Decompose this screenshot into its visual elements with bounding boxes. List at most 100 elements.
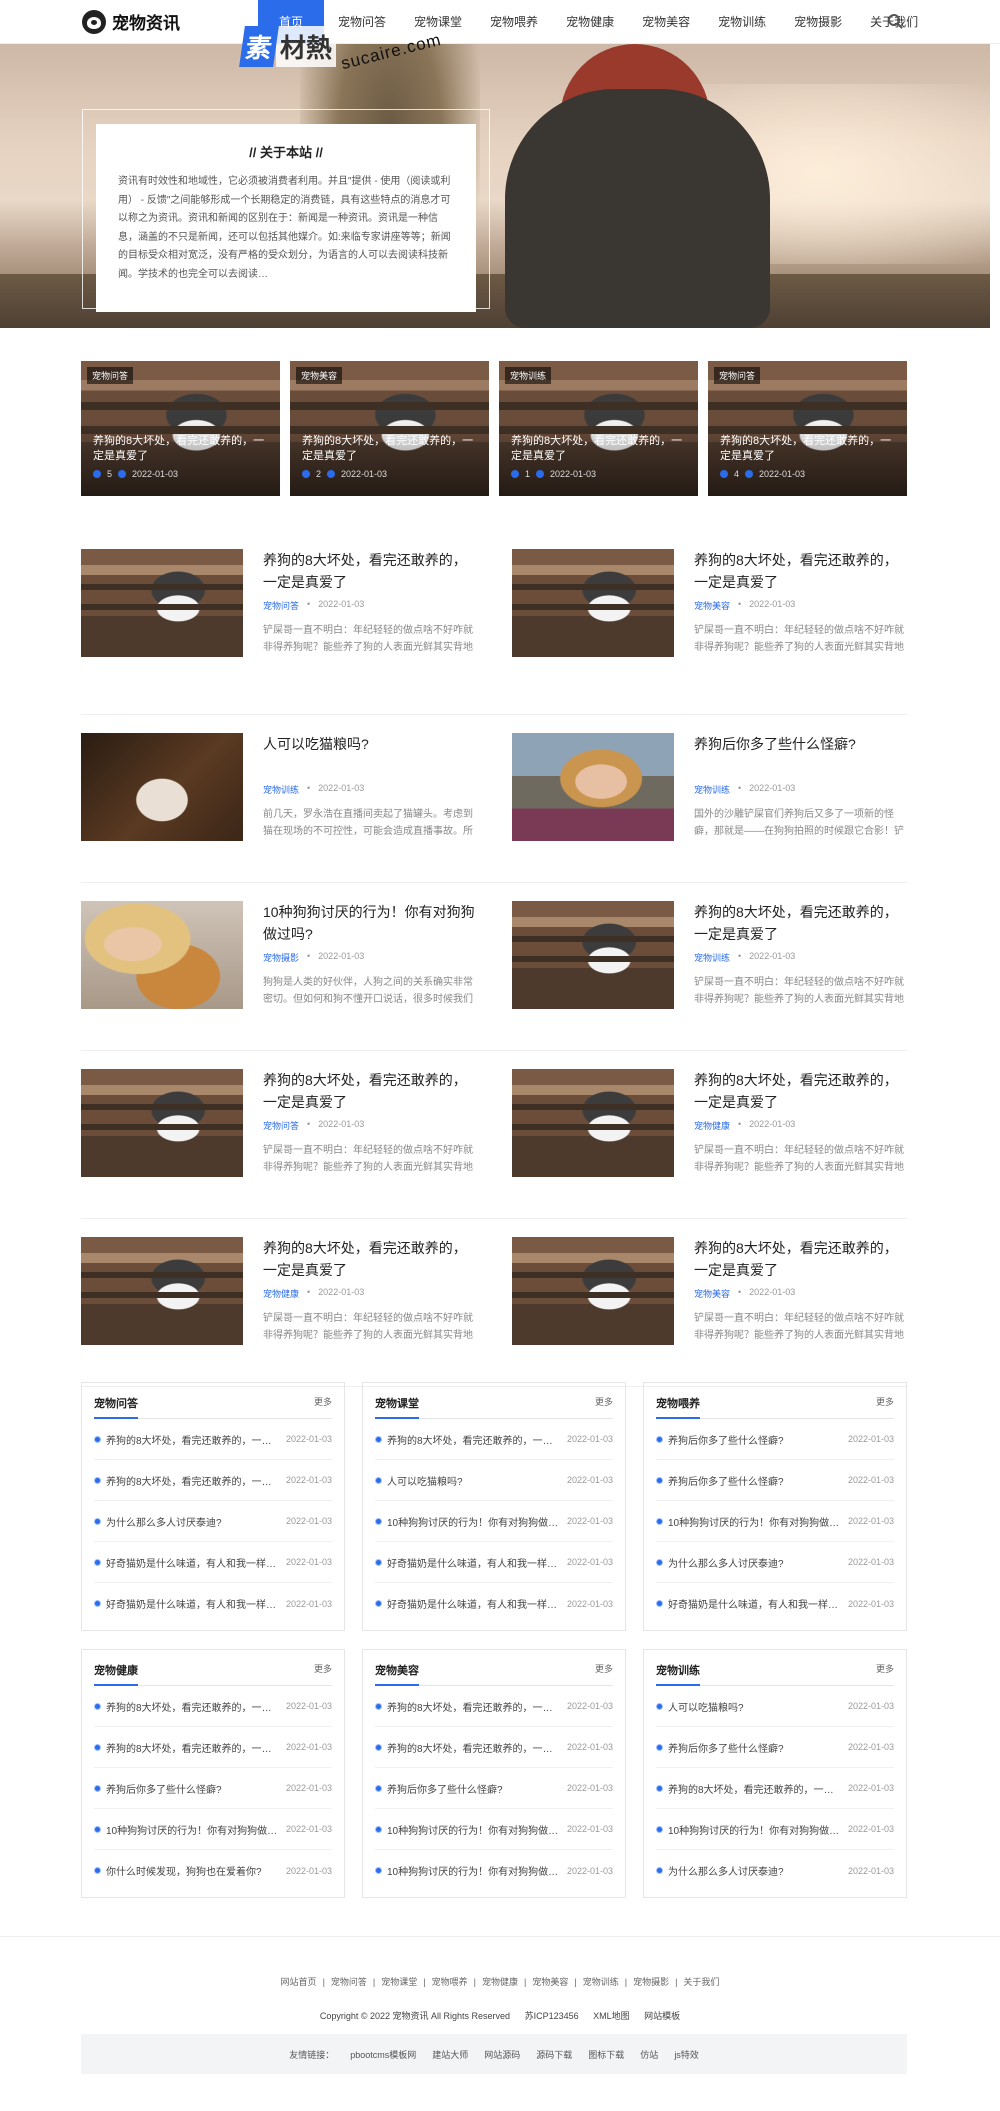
category-title[interactable]: 宠物课堂 [375, 1395, 419, 1411]
list-item[interactable]: 养狗的8大坏处，看完还敢养的，一定是真爱了 2022-01-03 [94, 1460, 332, 1501]
category-title[interactable]: 宠物训练 [656, 1662, 700, 1678]
list-item[interactable]: 为什么那么多人讨厌泰迪? 2022-01-03 [94, 1501, 332, 1542]
list-item-title[interactable]: 好奇猫奶是什么味道，有人和我一样好奇吗? [387, 1555, 559, 1570]
footer-link[interactable]: 宠物摄影 [633, 1977, 669, 1987]
list-item-title[interactable]: 养狗的8大坏处，看完还敢养的，一定是真爱了 [106, 1699, 278, 1714]
article-item[interactable]: 养狗的8大坏处，看完还敢养的，一定是真爱了 宠物训练 • 2022-01-03 铲屎哥一… [512, 883, 907, 1050]
list-item-title[interactable]: 10种狗狗讨厌的行为！你有对狗狗做过吗? [387, 1863, 559, 1878]
category-badge[interactable]: 宠物美容 [296, 367, 343, 384]
list-item[interactable]: 养狗的8大坏处，看完还敢养的，一定是真爱了 2022-01-03 [94, 1727, 332, 1768]
more-link[interactable]: 更多 [595, 1395, 613, 1411]
list-item[interactable]: 养狗后你多了些什么怪癖? 2022-01-03 [656, 1419, 894, 1460]
nav-item-5[interactable]: 宠物美容 [628, 0, 704, 44]
article-item[interactable]: 养狗的8大坏处，看完还敢养的，一定是真爱了 宠物美容 • 2022-01-03 铲屎哥一… [512, 547, 907, 714]
friend-link[interactable]: 仿站 [640, 2048, 658, 2061]
list-item-title[interactable]: 养狗的8大坏处，看完还敢养的，一定是真爱了 [387, 1740, 559, 1755]
article-thumbnail[interactable] [512, 1237, 674, 1345]
list-item-title[interactable]: 10种狗狗讨厌的行为！你有对狗狗做过吗? [106, 1822, 278, 1837]
list-item-title[interactable]: 好奇猫奶是什么味道，有人和我一样好奇吗? [387, 1596, 559, 1611]
list-item-title[interactable]: 养狗后你多了些什么怪癖? [668, 1432, 840, 1447]
list-item[interactable]: 养狗的8大坏处，看完还敢养的，一定是真爱了 2022-01-03 [375, 1419, 613, 1460]
more-link[interactable]: 更多 [314, 1395, 332, 1411]
article-category[interactable]: 宠物训练 [263, 783, 299, 796]
list-item-title[interactable]: 养狗的8大坏处，看完还敢养的，一定是真爱了 [387, 1432, 559, 1447]
list-item[interactable]: 为什么那么多人讨厌泰迪? 2022-01-03 [656, 1542, 894, 1583]
article-title[interactable]: 养狗的8大坏处，看完还敢养的，一定是真爱了 [694, 1237, 907, 1281]
article-title[interactable]: 养狗的8大坏处，看完还敢养的，一定是真爱了 [263, 549, 476, 593]
footer-link[interactable]: 网站首页 [281, 1977, 317, 1987]
nav-item-6[interactable]: 宠物训练 [704, 0, 780, 44]
category-badge[interactable]: 宠物问答 [714, 367, 761, 384]
footer-link[interactable]: 宠物训练 [583, 1977, 619, 1987]
friend-link[interactable]: 网站源码 [484, 2048, 520, 2061]
category-badge[interactable]: 宠物训练 [505, 367, 552, 384]
list-item[interactable]: 10种狗狗讨厌的行为！你有对狗狗做过吗? 2022-01-03 [94, 1809, 332, 1850]
list-item-title[interactable]: 好奇猫奶是什么味道，有人和我一样好奇吗? [106, 1555, 278, 1570]
article-title[interactable]: 人可以吃猫粮吗? [263, 733, 476, 777]
article-item[interactable]: 养狗的8大坏处，看完还敢养的，一定是真爱了 宠物问答 • 2022-01-03 铲屎哥一… [81, 547, 476, 714]
list-item-title[interactable]: 好奇猫奶是什么味道，有人和我一样好奇吗? [106, 1596, 278, 1611]
more-link[interactable]: 更多 [876, 1395, 894, 1411]
list-item[interactable]: 10种狗狗讨厌的行为！你有对狗狗做过吗? 2022-01-03 [375, 1850, 613, 1891]
list-item-title[interactable]: 你什么时候发现，狗狗也在爱着你? [106, 1863, 278, 1878]
list-item[interactable]: 人可以吃猫粮吗? 2022-01-03 [656, 1686, 894, 1727]
friend-link[interactable]: 建站大师 [432, 2048, 468, 2061]
article-thumbnail[interactable] [81, 549, 243, 657]
article-title[interactable]: 养狗后你多了些什么怪癖? [694, 733, 907, 777]
article-item[interactable]: 养狗后你多了些什么怪癖? 宠物训练 • 2022-01-03 国外的沙雕铲屎官们养狗后又… [512, 715, 907, 882]
article-item[interactable]: 养狗的8大坏处，看完还敢养的，一定是真爱了 宠物问答 • 2022-01-03 铲屎哥一… [81, 1051, 476, 1218]
list-item[interactable]: 养狗后你多了些什么怪癖? 2022-01-03 [375, 1768, 613, 1809]
list-item-title[interactable]: 为什么那么多人讨厌泰迪? [668, 1863, 840, 1878]
article-thumbnail[interactable] [512, 549, 674, 657]
article-category[interactable]: 宠物美容 [694, 599, 730, 612]
list-item-title[interactable]: 养狗的8大坏处，看完还敢养的，一定是真爱了 [387, 1699, 559, 1714]
list-item[interactable]: 养狗的8大坏处，看完还敢养的，一定是真爱了 2022-01-03 [375, 1727, 613, 1768]
featured-card[interactable]: 宠物问答 养狗的8大坏处，看完还敢养的，一定是真爱了 5 2022-01-03 [81, 361, 280, 496]
footer-link[interactable]: 宠物健康 [482, 1977, 518, 1987]
friend-link[interactable]: 源码下载 [536, 2048, 572, 2061]
list-item[interactable]: 你什么时候发现，狗狗也在爱着你? 2022-01-03 [94, 1850, 332, 1891]
footer-link[interactable]: 宠物问答 [331, 1977, 367, 1987]
friend-link[interactable]: js特效 [674, 2048, 699, 2061]
list-item[interactable]: 10种狗狗讨厌的行为！你有对狗狗做过吗? 2022-01-03 [375, 1501, 613, 1542]
icp-link[interactable]: 苏ICP123456 [525, 2011, 579, 2021]
article-item[interactable]: 养狗的8大坏处，看完还敢养的，一定是真爱了 宠物美容 • 2022-01-03 铲屎哥一… [512, 1219, 907, 1386]
article-title[interactable]: 养狗的8大坏处，看完还敢养的，一定是真爱了 [263, 1237, 476, 1281]
nav-item-3[interactable]: 宠物喂养 [476, 0, 552, 44]
list-item-title[interactable]: 10种狗狗讨厌的行为！你有对狗狗做过吗? [387, 1514, 559, 1529]
article-thumbnail[interactable] [512, 733, 674, 841]
article-category[interactable]: 宠物问答 [263, 1119, 299, 1132]
article-thumbnail[interactable] [81, 901, 243, 1009]
footer-link[interactable]: 宠物美容 [532, 1977, 568, 1987]
list-item-title[interactable]: 养狗后你多了些什么怪癖? [106, 1781, 278, 1796]
featured-title[interactable]: 养狗的8大坏处，看完还敢养的，一定是真爱了 [302, 434, 479, 464]
search-icon[interactable] [888, 14, 900, 26]
article-thumbnail[interactable] [81, 733, 243, 841]
footer-link[interactable]: 宠物课堂 [381, 1977, 417, 1987]
category-title[interactable]: 宠物健康 [94, 1662, 138, 1678]
template-link[interactable]: 网站模板 [644, 2011, 680, 2021]
nav-item-7[interactable]: 宠物摄影 [780, 0, 856, 44]
footer-link[interactable]: 关于我们 [683, 1977, 719, 1987]
list-item[interactable]: 10种狗狗讨厌的行为！你有对狗狗做过吗? 2022-01-03 [656, 1501, 894, 1542]
footer-link[interactable]: 宠物喂养 [432, 1977, 468, 1987]
list-item-title[interactable]: 好奇猫奶是什么味道，有人和我一样好奇吗? [668, 1596, 840, 1611]
list-item-title[interactable]: 养狗的8大坏处，看完还敢养的，一定是真爱了 [668, 1781, 840, 1796]
article-title[interactable]: 养狗的8大坏处，看完还敢养的，一定是真爱了 [694, 901, 907, 945]
article-item[interactable]: 养狗的8大坏处，看完还敢养的，一定是真爱了 宠物健康 • 2022-01-03 铲屎哥一… [512, 1051, 907, 1218]
list-item-title[interactable]: 10种狗狗讨厌的行为！你有对狗狗做过吗? [668, 1514, 840, 1529]
featured-card[interactable]: 宠物美容 养狗的8大坏处，看完还敢养的，一定是真爱了 2 2022-01-03 [290, 361, 489, 496]
featured-title[interactable]: 养狗的8大坏处，看完还敢养的，一定是真爱了 [93, 434, 270, 464]
article-category[interactable]: 宠物健康 [263, 1287, 299, 1300]
list-item-title[interactable]: 为什么那么多人讨厌泰迪? [106, 1514, 278, 1529]
xml-map-link[interactable]: XML地图 [593, 2011, 630, 2021]
friend-link[interactable]: 图标下载 [588, 2048, 624, 2061]
article-category[interactable]: 宠物摄影 [263, 951, 299, 964]
list-item-title[interactable]: 人可以吃猫粮吗? [387, 1473, 559, 1488]
category-badge[interactable]: 宠物问答 [87, 367, 134, 384]
more-link[interactable]: 更多 [595, 1662, 613, 1678]
category-title[interactable]: 宠物喂养 [656, 1395, 700, 1411]
list-item[interactable]: 养狗后你多了些什么怪癖? 2022-01-03 [656, 1460, 894, 1501]
list-item[interactable]: 10种狗狗讨厌的行为！你有对狗狗做过吗? 2022-01-03 [656, 1809, 894, 1850]
featured-title[interactable]: 养狗的8大坏处，看完还敢养的，一定是真爱了 [511, 434, 688, 464]
